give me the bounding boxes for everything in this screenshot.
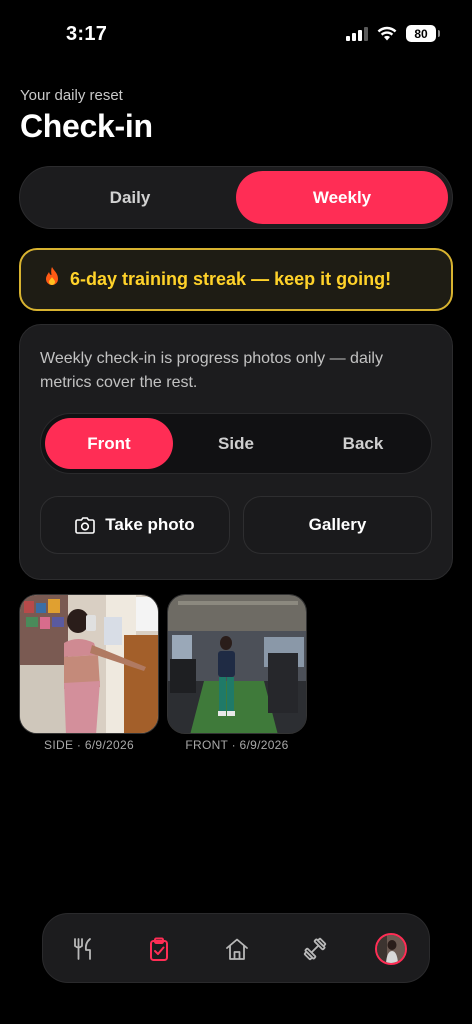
status-bar: 3:17 80 bbox=[0, 0, 472, 70]
weekly-note: Weekly check-in is progress photos only … bbox=[40, 350, 383, 391]
page-title: Check-in bbox=[20, 108, 153, 144]
nav-workouts[interactable] bbox=[295, 929, 335, 969]
pose-segmented-control: Front Side Back bbox=[40, 413, 432, 474]
take-photo-button[interactable]: Take photo bbox=[40, 496, 230, 554]
cellular-signal-icon bbox=[346, 26, 368, 41]
tab-daily[interactable]: Daily bbox=[24, 171, 236, 224]
status-icons: 80 bbox=[346, 25, 440, 42]
dumbbell-icon bbox=[303, 937, 327, 961]
page-subtitle: Your daily reset bbox=[20, 87, 123, 104]
clipboard-check-icon bbox=[150, 937, 168, 961]
photo-item-front[interactable]: FRONT · 6/9/2026 bbox=[167, 594, 307, 752]
mode-segmented-control: Daily Weekly bbox=[19, 166, 453, 229]
pose-back[interactable]: Back bbox=[299, 418, 427, 469]
status-time: 3:17 bbox=[66, 23, 108, 45]
battery-level: 80 bbox=[414, 26, 428, 41]
progress-photo-front[interactable] bbox=[167, 594, 307, 734]
nav-nutrition[interactable] bbox=[63, 929, 103, 969]
weekly-checkin-card: Weekly check-in is progress photos only … bbox=[19, 324, 453, 580]
wifi-icon bbox=[377, 26, 397, 41]
photo-caption: SIDE · 6/9/2026 bbox=[44, 738, 134, 752]
nav-checkin[interactable] bbox=[139, 929, 179, 969]
camera-icon bbox=[75, 516, 96, 534]
fork-knife-icon bbox=[74, 938, 91, 960]
battery-indicator: 80 bbox=[406, 25, 440, 42]
pose-front[interactable]: Front bbox=[45, 418, 173, 469]
photo-caption: FRONT · 6/9/2026 bbox=[185, 738, 289, 752]
streak-text: 6-day training streak — keep it going! bbox=[70, 269, 392, 289]
home-icon bbox=[226, 938, 248, 960]
photo-item-side[interactable]: SIDE · 6/9/2026 bbox=[19, 594, 159, 752]
tab-weekly[interactable]: Weekly bbox=[236, 171, 448, 224]
streak-banner: 6-day training streak — keep it going! bbox=[19, 248, 453, 311]
pose-side[interactable]: Side bbox=[172, 418, 300, 469]
gallery-label: Gallery bbox=[308, 515, 367, 534]
gallery-button[interactable]: Gallery bbox=[243, 496, 432, 554]
nav-profile[interactable] bbox=[371, 929, 411, 969]
fire-icon bbox=[42, 266, 62, 294]
nav-home[interactable] bbox=[217, 929, 257, 969]
take-photo-label: Take photo bbox=[105, 515, 195, 534]
bottom-navigation bbox=[42, 913, 430, 983]
profile-avatar bbox=[375, 933, 407, 965]
progress-photo-side[interactable] bbox=[19, 594, 159, 734]
